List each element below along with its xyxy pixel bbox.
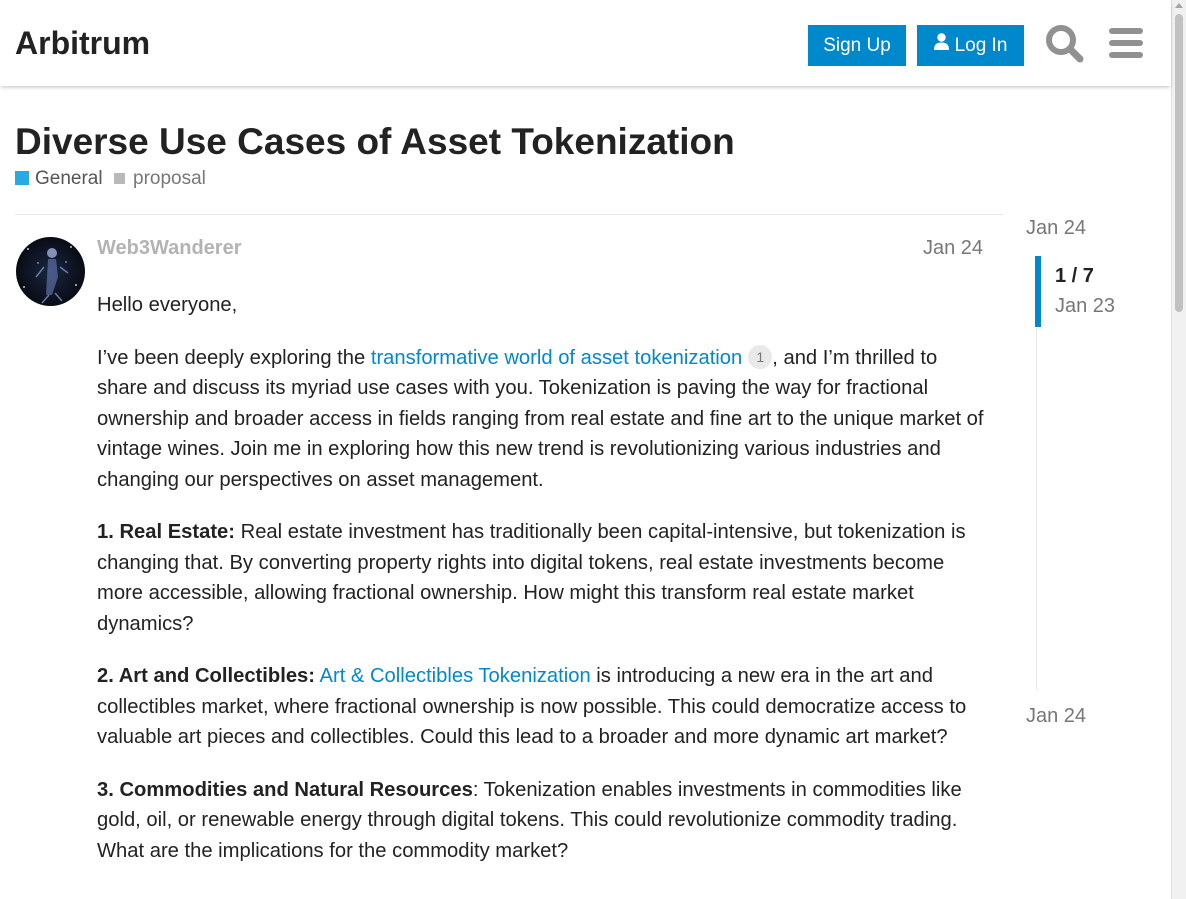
scrollbar-thumb[interactable]: [1175, 14, 1183, 312]
link-click-count: 1: [748, 344, 773, 369]
topic-title[interactable]: Diverse Use Cases of Asset Tokenization: [15, 120, 735, 164]
post-paragraph: 3. Commodities and Natural Resources: To…: [97, 775, 989, 867]
hamburger-menu-icon[interactable]: [1105, 22, 1147, 64]
timeline-end-date[interactable]: Jan 24: [1026, 704, 1086, 728]
timeline-current-date: Jan 23: [1055, 295, 1116, 317]
tag-badge[interactable]: proposal: [114, 168, 206, 190]
category-color-square: [15, 171, 29, 185]
category-badge[interactable]: General: [15, 168, 103, 190]
site-title[interactable]: Arbitrum: [15, 24, 150, 62]
tag-label: proposal: [133, 168, 206, 189]
timeline-handle[interactable]: [1035, 256, 1041, 327]
timeline-position: 1 / 7: [1055, 265, 1094, 287]
log-in-label: Log In: [954, 35, 1008, 56]
post-paragraph: 1. Real Estate: Real estate investment h…: [97, 517, 989, 639]
art-collectibles-link[interactable]: Art & Collectibles Tokenization: [320, 665, 591, 687]
post-paragraph: 2. Art and Collectibles: Art & Collectib…: [97, 661, 989, 753]
user-icon: [933, 24, 949, 65]
tokenization-link[interactable]: transformative world of asset tokenizati…: [371, 347, 742, 369]
post-username[interactable]: Web3Wanderer: [97, 236, 241, 260]
scroll-up-arrow-icon[interactable]: [1175, 3, 1183, 8]
search-icon[interactable]: [1043, 22, 1085, 64]
section-heading: 3. Commodities and Natural Resources: [97, 778, 473, 801]
category-label: General: [35, 168, 103, 189]
section-heading: 1. Real Estate:: [97, 521, 236, 543]
topic-divider: [15, 214, 1004, 215]
page-scrollbar[interactable]: [1171, 0, 1186, 899]
timeline-start-date[interactable]: Jan 24: [1026, 216, 1086, 240]
avatar[interactable]: [16, 237, 85, 306]
post-body: Hello everyone, I’ve been deeply explori…: [97, 290, 989, 888]
tag-square-icon: [114, 173, 125, 184]
section-heading: 2. Art and Collectibles:: [97, 665, 315, 687]
post-date[interactable]: Jan 24: [923, 236, 983, 260]
post-paragraph: Hello everyone,: [97, 294, 238, 316]
post-paragraph: I’ve been deeply exploring the transform…: [97, 343, 989, 496]
sign-up-button[interactable]: Sign Up: [808, 25, 906, 66]
site-header: Arbitrum Sign Up Log In: [0, 0, 1171, 86]
log-in-button[interactable]: Log In: [917, 25, 1024, 66]
post-text: I’ve been deeply exploring the: [97, 346, 371, 369]
